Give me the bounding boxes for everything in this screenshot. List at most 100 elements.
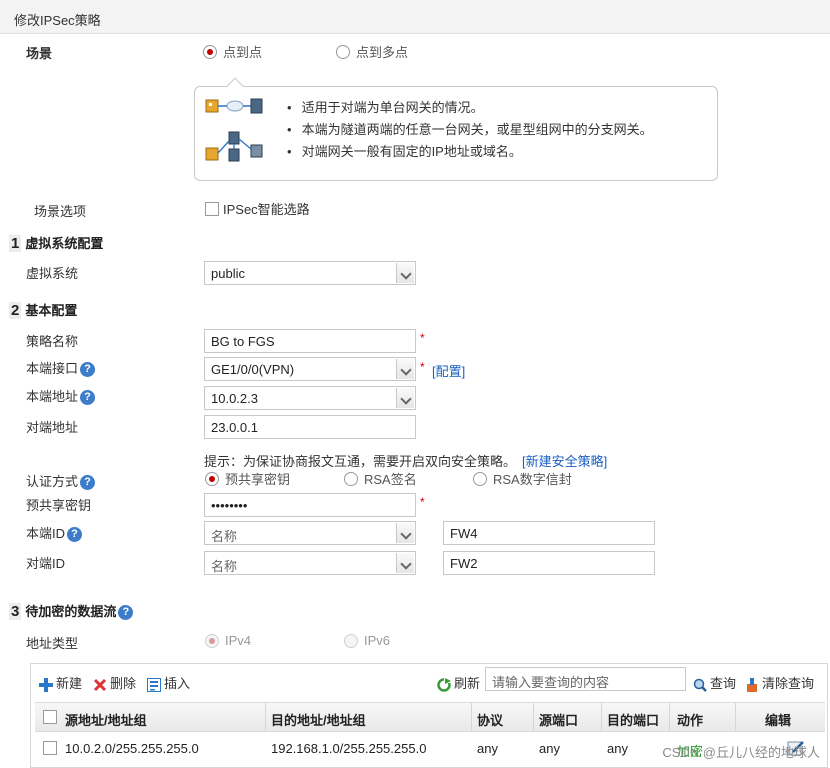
addr-type-option-label: IPv4 [225,633,252,649]
chevron-down-icon[interactable] [396,523,414,543]
auth-label-wrap: 认证方式? [26,471,96,491]
hub-spoke-topology-icon [205,131,263,162]
psk-input[interactable]: •••••••• [204,493,416,517]
auth-label: 认证方式 [26,474,79,489]
help-icon[interactable]: ? [118,605,134,621]
peer-id-input[interactable]: FW2 [443,551,655,575]
local-id-value: FW4 [450,526,478,541]
clear-broom-icon [747,677,757,692]
table-header: 源地址/地址组 目的地址/地址组 协议 源端口 目的端口 动作 编辑 [35,702,825,732]
smart-route-checkbox[interactable]: IPSec智能选路 [205,199,310,218]
peer-id-label: 对端ID [26,556,66,571]
section-basic: 2 基本配置 [9,300,77,319]
scenario-option-label: 点到多点 [356,45,409,60]
auth-option-psk[interactable]: 预共享密钥 [205,469,290,488]
local-id-label-wrap: 本端ID? [26,523,83,543]
select-all-checkbox[interactable] [43,710,57,724]
peer-address-value: 23.0.0.1 [211,420,258,435]
delete-x-icon [93,678,107,691]
config-interface-link[interactable]: [配置] [432,361,465,380]
peer-id-value: FW2 [450,556,478,571]
help-icon[interactable]: ? [80,475,96,491]
peer-address-input[interactable]: 23.0.0.1 [204,415,416,439]
col-src: 源地址/地址组 [65,713,147,728]
chevron-down-icon[interactable] [396,263,414,283]
vsys-select[interactable]: public [204,261,416,285]
clear-query-button-label: 清除查询 [762,676,815,691]
auth-option-rsa-envelope[interactable]: RSA数字信封 [473,469,572,488]
help-icon[interactable]: ? [80,362,96,378]
delete-button-label: 删除 [110,676,137,691]
psk-value: •••••••• [211,498,248,513]
delete-button[interactable]: 删除 [93,673,136,692]
row-dst: 192.168.1.0/255.255.255.0 [271,741,427,756]
security-policy-hint: 提示：为保证协商报文互通，需要开启双向安全策略。 [新建安全策略] [204,451,607,470]
new-button-label: 新建 [56,676,83,691]
local-address-value: 10.0.2.3 [211,391,258,406]
auth-option-label: 预共享密钥 [225,472,291,487]
table-toolbar: 新建 删除 插入 刷新 请输入要查询的内容 查询 清除查询 [31,664,827,698]
scenario-option-p2mp[interactable]: 点到多点 [336,42,408,61]
radio-icon[interactable] [336,44,350,59]
local-address-select[interactable]: 10.0.2.3 [204,386,416,410]
help-icon[interactable]: ? [80,390,96,406]
tip-item: 本端为隧道两端的任意一台网关，或星型组网中的分支网关。 [287,119,653,141]
required-mark: * [420,495,425,509]
chevron-down-icon[interactable] [396,388,414,408]
dialog-title-bar: 修改IPSec策略 [0,0,830,34]
refresh-button[interactable]: 刷新 [437,673,480,692]
tip-item: 适用于对端为单台网关的情况。 [287,97,653,119]
scenario-option-p2p[interactable]: 点到点 [203,42,262,61]
col-dst-port: 目的端口 [607,713,660,728]
radio-icon[interactable] [205,633,219,648]
radio-icon[interactable] [344,633,358,648]
new-security-policy-link[interactable]: [新建安全策略] [522,454,607,469]
required-mark: * [420,360,425,374]
policy-name-input[interactable]: BG to FGS [204,329,416,353]
col-protocol: 协议 [477,713,504,728]
local-id-type-value: 名称 [211,529,238,544]
col-src-port: 源端口 [539,713,579,728]
col-dst: 目的地址/地址组 [271,713,366,728]
radio-icon[interactable] [205,471,219,486]
row-src-port: any [539,741,560,756]
row-src: 10.0.2.0/255.255.255.0 [65,741,199,756]
tip-item: 对端网关一般有固定的IP地址或域名。 [287,141,653,163]
insert-icon [147,677,161,692]
local-id-type-select[interactable]: 名称 [204,521,416,545]
checkbox-icon[interactable] [205,201,219,216]
clear-query-button[interactable]: 清除查询 [745,673,814,692]
section-title: 基本配置 [25,303,78,318]
refresh-button-label: 刷新 [454,676,481,691]
scenario-option-label: 场景选项 [34,204,87,219]
radio-icon[interactable] [203,44,217,59]
addr-type-ipv4[interactable]: IPv4 [205,632,251,648]
local-interface-value: GE1/0/0(VPN) [211,362,295,377]
help-icon[interactable]: ? [67,527,83,543]
row-checkbox[interactable] [43,741,57,755]
watermark-text: CSDN @丘儿八经的地球人 [662,745,820,760]
chevron-down-icon[interactable] [396,553,414,573]
chevron-down-icon[interactable] [396,359,414,379]
radio-icon[interactable] [344,471,358,486]
auth-option-rsa-sign[interactable]: RSA签名 [344,469,417,488]
hint-text: 提示：为保证协商报文互通，需要开启双向安全策略。 [204,454,517,469]
scenario-option-label: 点到点 [223,45,263,60]
local-id-input[interactable]: FW4 [443,521,655,545]
peer-id-type-value: 名称 [211,559,238,574]
col-action: 动作 [677,713,704,728]
addr-type-ipv6[interactable]: IPv6 [344,632,390,648]
auth-option-label: RSA数字信封 [493,472,572,487]
search-input[interactable]: 请输入要查询的内容 [485,667,686,691]
section-flow: 3 待加密的数据流? [9,601,134,621]
radio-icon[interactable] [473,471,487,486]
local-address-label-wrap: 本端地址? [26,386,96,406]
query-button[interactable]: 查询 [693,673,736,692]
local-interface-label: 本端接口 [26,361,79,376]
insert-button[interactable]: 插入 [147,673,190,692]
peer-id-type-select[interactable]: 名称 [204,551,416,575]
search-placeholder: 请输入要查询的内容 [492,675,610,690]
new-button[interactable]: 新建 [39,673,82,692]
local-interface-select[interactable]: GE1/0/0(VPN) [204,357,416,381]
local-address-label: 本端地址 [26,389,79,404]
